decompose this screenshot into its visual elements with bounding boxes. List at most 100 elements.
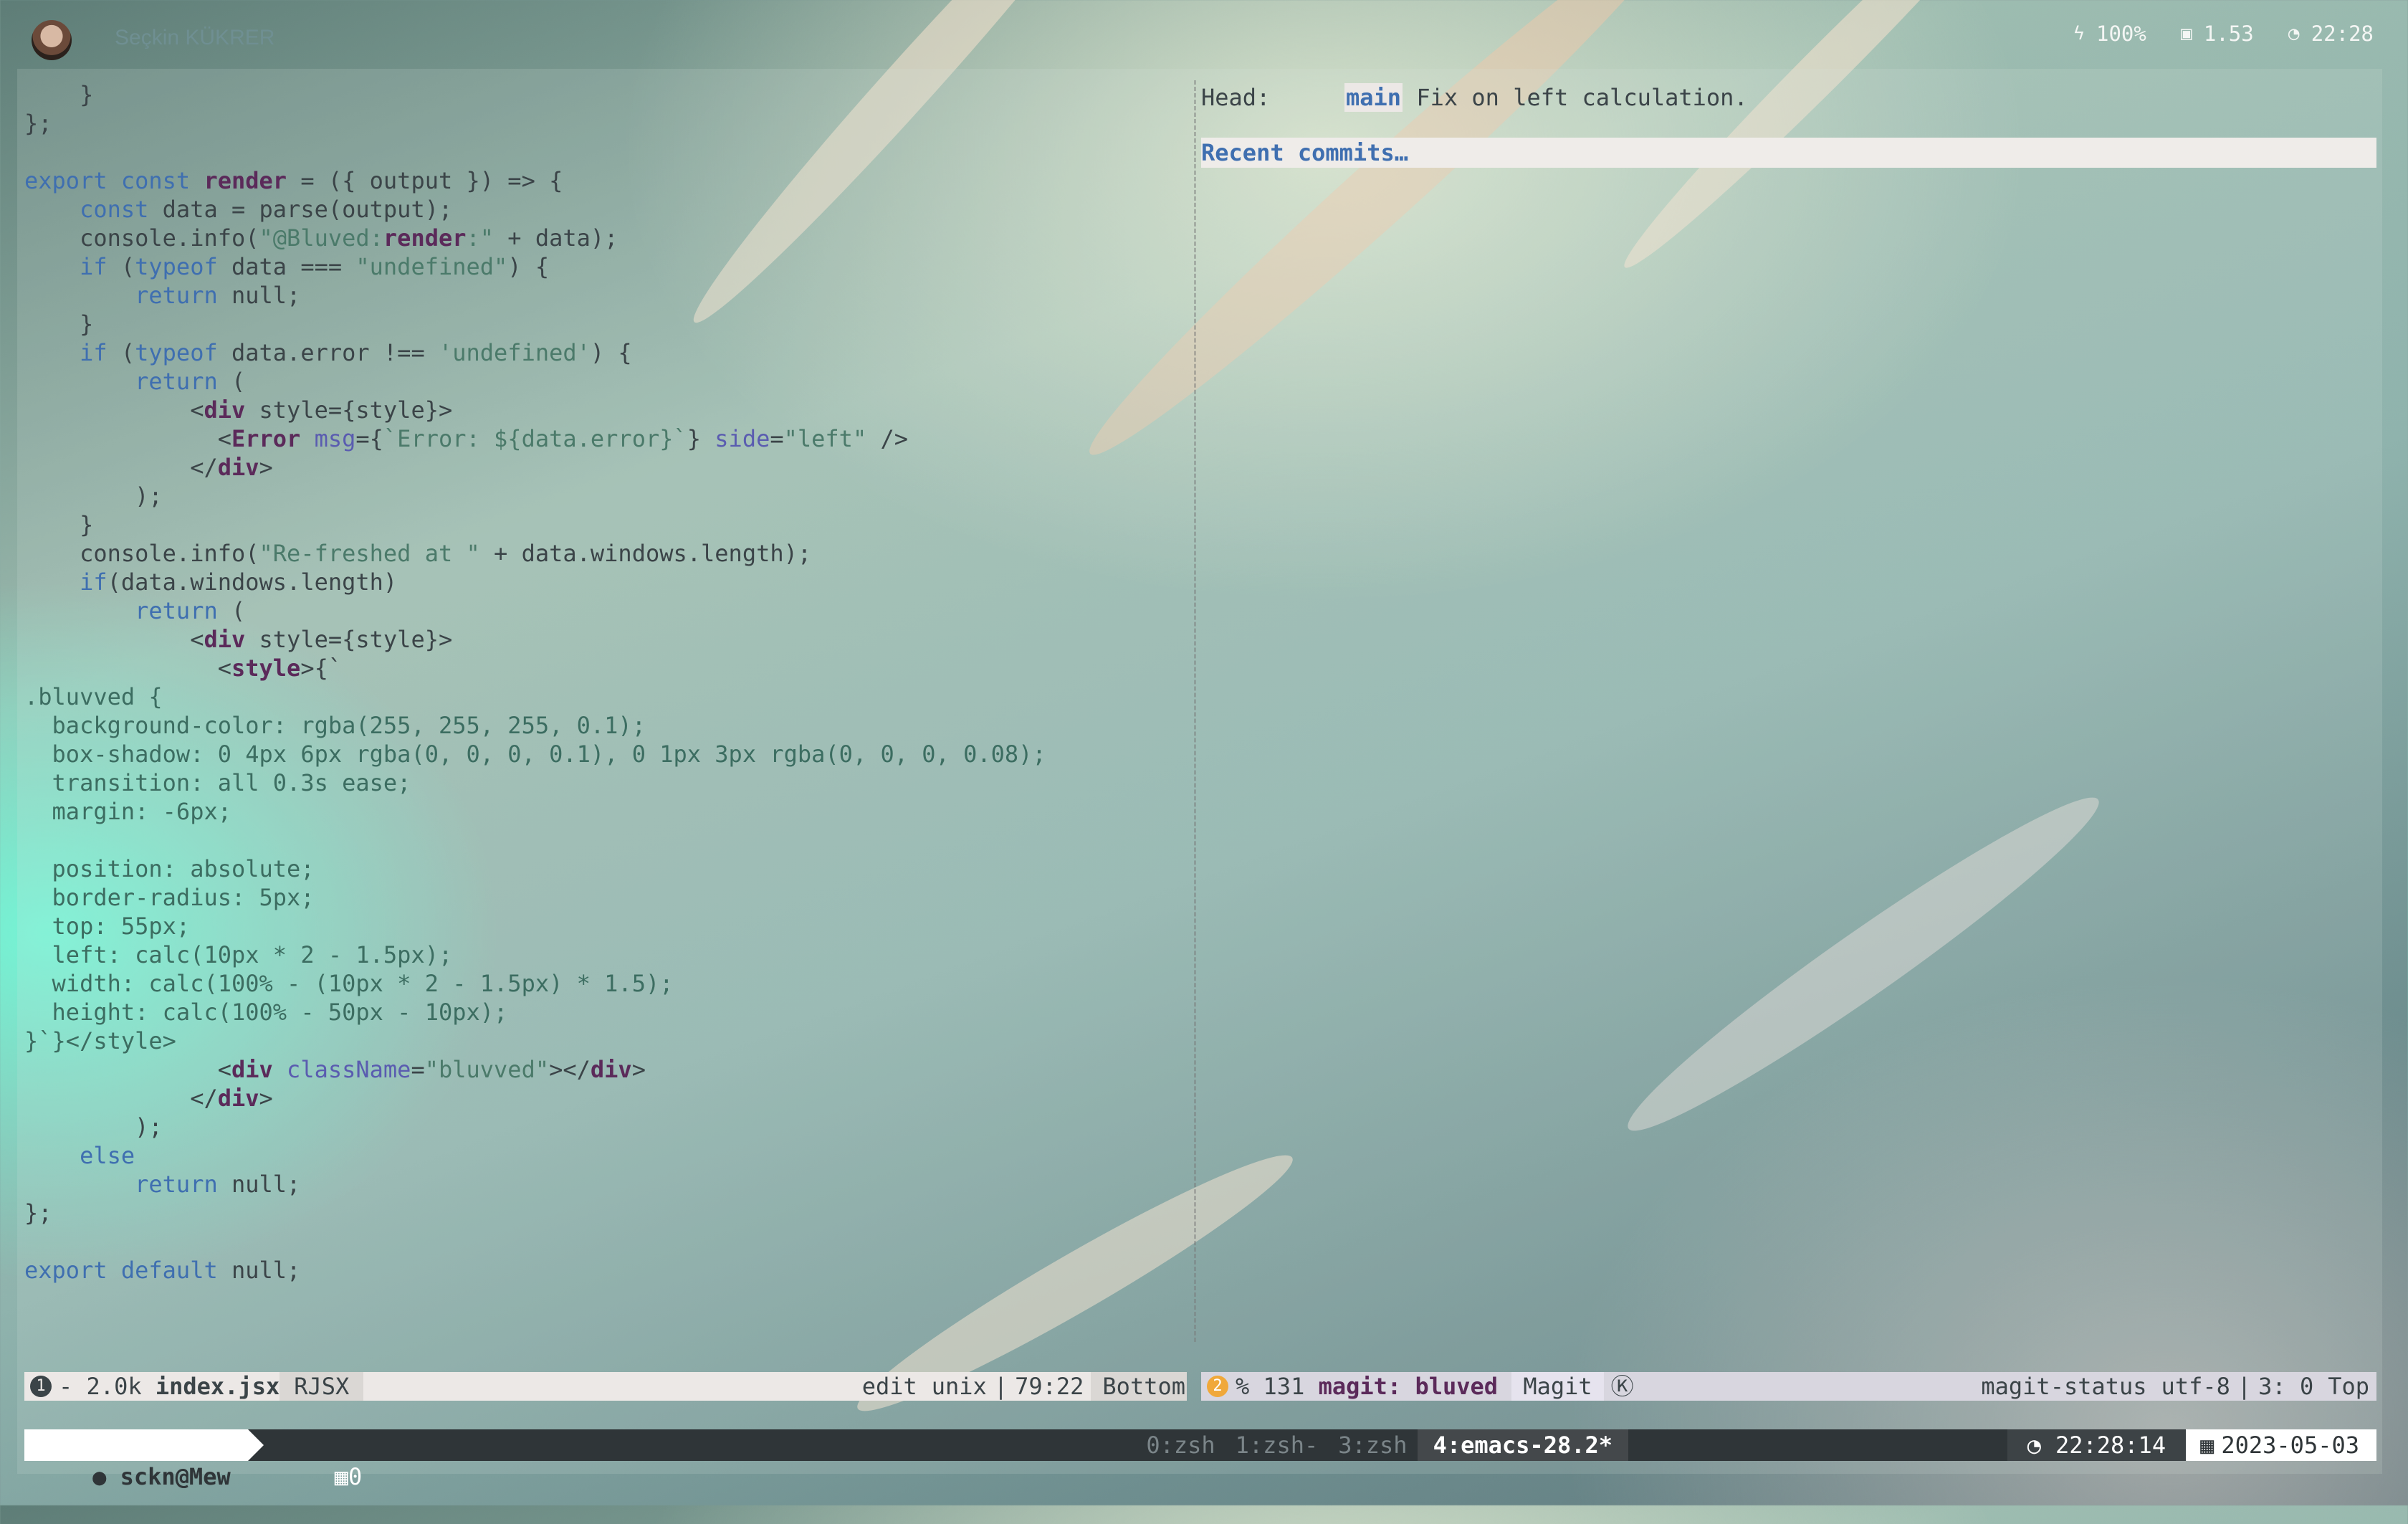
head-label: Head: xyxy=(1201,84,1271,111)
code-line[interactable]: ); xyxy=(24,482,1185,510)
buffer-filename: index.jsx xyxy=(155,1373,280,1400)
code-line[interactable] xyxy=(24,1227,1185,1256)
tmux-window-active[interactable]: 4:emacs-28.2* xyxy=(1417,1429,1629,1461)
code-line[interactable]: <div className="bluvved"></div> xyxy=(24,1055,1185,1084)
code-line[interactable]: if(data.windows.length) xyxy=(24,568,1185,596)
user-icon: ● xyxy=(92,1463,120,1490)
code-line[interactable]: }`}</style> xyxy=(24,1027,1185,1055)
code-line[interactable]: return ( xyxy=(24,596,1185,625)
code-line[interactable]: export default null; xyxy=(24,1256,1185,1285)
menu-bar: Seçkin KÜKRER ϟ 100% ▣ 1.53 ◔ 22:28 xyxy=(0,0,2408,72)
code-line[interactable]: if (typeof data.error !== 'undefined') { xyxy=(24,338,1185,367)
modified-indicator: - xyxy=(59,1373,73,1400)
submode: magit-status xyxy=(1981,1373,2147,1400)
code-line[interactable]: export const render = ({ output }) => { xyxy=(24,166,1185,195)
line-count: 131 xyxy=(1263,1373,1305,1400)
tmux-window-1[interactable]: 1:zsh- xyxy=(1226,1429,1329,1461)
encoding: utf-8 xyxy=(2161,1373,2230,1400)
grid-icon: ▦ xyxy=(334,1463,349,1490)
clock-widget[interactable]: ◔ 22:28 xyxy=(2285,22,2374,46)
code-line[interactable]: </div> xyxy=(24,1084,1185,1113)
clock-icon: ◔ xyxy=(2027,1432,2041,1459)
magit-pane[interactable]: Head: main Fix on left calculation. Rece… xyxy=(1201,80,2376,168)
tmux-date-value: 2023-05-03 xyxy=(2221,1432,2359,1459)
code-line[interactable]: <style>{` xyxy=(24,654,1185,682)
commit-message: Fix on left calculation. xyxy=(1416,84,1748,111)
minor-mode-icon[interactable]: Ⓚ xyxy=(1604,1372,1641,1401)
code-line[interactable]: margin: -6px; xyxy=(24,797,1185,826)
major-mode[interactable]: Magit xyxy=(1511,1372,1604,1401)
code-line[interactable]: } xyxy=(24,310,1185,338)
editor-pane[interactable]: }}; export const render = ({ output }) =… xyxy=(24,80,1185,1285)
scroll-position: Top xyxy=(2328,1373,2369,1400)
cpu-value: 1.53 xyxy=(2203,22,2254,46)
code-line[interactable]: box-shadow: 0 4px 6px rgba(0, 0, 0, 0.1)… xyxy=(24,740,1185,768)
battery-value: 100% xyxy=(2096,22,2146,46)
magit-head-row: Head: main Fix on left calculation. xyxy=(1201,80,2376,115)
branch-name[interactable]: main xyxy=(1344,83,1403,112)
tmux-window-count: ▦0 xyxy=(248,1429,377,1490)
code-line[interactable]: ); xyxy=(24,1113,1185,1141)
right-modeline: 2 % 131 magit: bluved Magit Ⓚ magit-stat… xyxy=(1201,1372,2376,1401)
window-number-badge: 1 xyxy=(30,1376,52,1397)
cursor-position: 3: 0 xyxy=(2258,1373,2314,1400)
tmux-right-status: ◔ 22:28:14 ▦ 2023-05-03 xyxy=(2007,1429,2376,1461)
tmux-window-3[interactable]: 3:zsh xyxy=(1328,1429,1417,1461)
code-line[interactable]: return null; xyxy=(24,281,1185,310)
status-widgets: ϟ 100% ▣ 1.53 ◔ 22:28 xyxy=(2070,22,2374,46)
tmux-status-bar: ● sckn@Mew ▦0 0:zsh 1:zsh- 3:zsh 4:emacs… xyxy=(24,1429,2376,1490)
window-divider[interactable] xyxy=(1194,80,1196,1342)
tmux-clock: ◔ 22:28:14 xyxy=(2007,1429,2187,1461)
code-line[interactable]: return null; xyxy=(24,1170,1185,1199)
code-line[interactable]: else xyxy=(24,1141,1185,1170)
code-line[interactable] xyxy=(24,138,1185,166)
clock-value: 22:28 xyxy=(2311,22,2374,46)
major-mode[interactable]: RJSX xyxy=(280,1372,364,1401)
code-line[interactable]: } xyxy=(24,80,1185,109)
buffer-size: 2.0k xyxy=(86,1373,142,1400)
code-line[interactable]: if (typeof data === "undefined") { xyxy=(24,252,1185,281)
code-line[interactable]: console.info("Re-freshed at " + data.win… xyxy=(24,539,1185,568)
left-modeline: 1 - 2.0k index.jsx RJSX edit unix | 79:2… xyxy=(24,1372,1187,1401)
code-line[interactable]: height: calc(100% - 50px - 10px); xyxy=(24,998,1185,1027)
code-line[interactable]: <Error msg={`Error: ${data.error}`} side… xyxy=(24,424,1185,453)
code-line[interactable]: } xyxy=(24,510,1185,539)
tmux-window-0[interactable]: 0:zsh xyxy=(1136,1429,1225,1461)
code-line[interactable]: }; xyxy=(24,109,1185,138)
code-line[interactable]: top: 55px; xyxy=(24,912,1185,940)
eol-type: unix xyxy=(931,1373,987,1400)
code-line[interactable]: background-color: rgba(255, 255, 255, 0.… xyxy=(24,711,1185,740)
code-line[interactable]: return ( xyxy=(24,367,1185,396)
tmux-session-user: ● sckn@Mew xyxy=(24,1429,264,1490)
code-line[interactable]: <div style={style}> xyxy=(24,625,1185,654)
code-line[interactable]: .bluvved { xyxy=(24,682,1185,711)
code-line[interactable] xyxy=(24,826,1185,854)
code-line[interactable]: border-radius: 5px; xyxy=(24,883,1185,912)
code-line[interactable]: </div> xyxy=(24,453,1185,482)
clock-icon: ◔ xyxy=(2288,23,2300,44)
code-line[interactable]: console.info("@Bluved:render:" + data); xyxy=(24,224,1185,252)
window-count-value: 0 xyxy=(348,1463,363,1490)
code-line[interactable]: <div style={style}> xyxy=(24,396,1185,424)
code-buffer[interactable]: }}; export const render = ({ output }) =… xyxy=(24,80,1185,1285)
cursor-position: 79:22 xyxy=(1015,1373,1084,1400)
tmux-date: ▦ 2023-05-03 xyxy=(2186,1429,2376,1461)
code-line[interactable]: const data = parse(output); xyxy=(24,195,1185,224)
calendar-icon: ▦ xyxy=(2200,1432,2214,1459)
code-line[interactable]: }; xyxy=(24,1199,1185,1227)
user-avatar[interactable] xyxy=(32,20,72,60)
code-line[interactable]: left: calc(10px * 2 - 1.5px); xyxy=(24,940,1185,969)
window-number-badge: 2 xyxy=(1207,1376,1228,1397)
code-line[interactable]: position: absolute; xyxy=(24,854,1185,883)
code-line[interactable]: width: calc(100% - (10px * 2 - 1.5px) * … xyxy=(24,969,1185,998)
tmux-clock-value: 22:28:14 xyxy=(2055,1432,2166,1459)
cpu-chip-icon: ▣ xyxy=(2181,23,2192,44)
recent-commits-section[interactable]: Recent commits… xyxy=(1201,138,2376,168)
editor-state: edit xyxy=(861,1373,917,1400)
code-line[interactable]: transition: all 0.3s ease; xyxy=(24,768,1185,797)
cpu-widget[interactable]: ▣ 1.53 xyxy=(2178,22,2254,46)
scroll-position: Bottom xyxy=(1091,1372,1187,1401)
username-label: Seçkin KÜKRER xyxy=(115,26,275,49)
percent-indicator: % xyxy=(1236,1373,1250,1400)
battery-widget[interactable]: ϟ 100% xyxy=(2070,22,2146,46)
